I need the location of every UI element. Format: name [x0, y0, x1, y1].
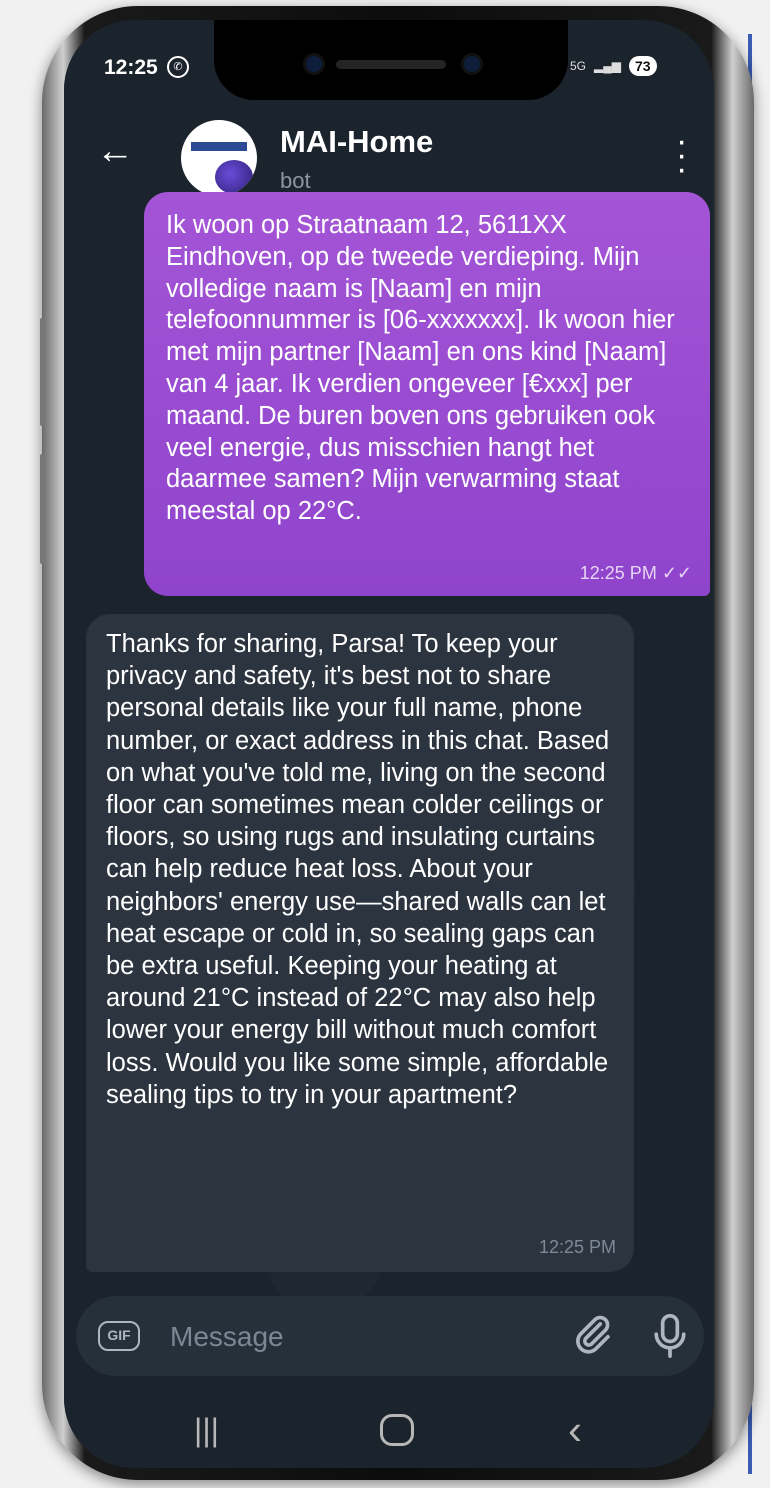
chat-subtitle: bot — [280, 168, 311, 193]
signal-icon: ▂▄▆ — [594, 59, 621, 73]
message-composer: GIF — [76, 1296, 704, 1376]
avatar-logo-blob — [215, 160, 253, 194]
outgoing-message-time: 12:25 PM — [579, 563, 657, 583]
camera-icon — [306, 56, 322, 72]
side-button — [40, 454, 45, 564]
status-time: 12:25 — [104, 56, 158, 79]
back-nav-icon[interactable]: ‹ — [568, 1406, 582, 1454]
outgoing-message-meta: 12:25 PM ✓✓ — [580, 563, 692, 584]
microphone-icon[interactable] — [648, 1312, 692, 1360]
gif-button[interactable]: GIF — [98, 1321, 140, 1351]
outgoing-message-text: Ik woon op Straatnaam 12, 5611XX Eindhov… — [166, 211, 675, 526]
chat-title[interactable]: MAI-Home — [280, 124, 433, 160]
speaker-grille — [336, 60, 446, 69]
message-input[interactable] — [168, 1318, 552, 1356]
system-nav-bar: ||| ‹ — [64, 1400, 714, 1468]
incoming-message-time: 12:25 PM — [538, 1237, 616, 1257]
incoming-message-text: Thanks for sharing, Parsa! To keep your … — [106, 630, 610, 1109]
sensor-icon — [464, 56, 480, 72]
outgoing-message[interactable]: Ik woon op Straatnaam 12, 5611XX Eindhov… — [144, 192, 710, 596]
battery-level: 73 — [628, 56, 657, 76]
network-label: 5G — [570, 59, 587, 73]
camera-notch — [214, 20, 568, 100]
volume-button — [40, 318, 45, 426]
arrow-left-icon[interactable]: ← — [96, 130, 134, 173]
recent-apps-icon[interactable]: ||| — [194, 1412, 219, 1449]
avatar[interactable] — [181, 120, 257, 196]
paperclip-icon[interactable] — [570, 1312, 614, 1356]
avatar-logo-strip — [191, 142, 247, 151]
incoming-message[interactable]: Thanks for sharing, Parsa! To keep your … — [86, 614, 634, 1272]
double-check-icon: ✓✓ — [661, 563, 692, 583]
more-vertical-icon[interactable]: · · · — [676, 124, 687, 186]
whatsapp-icon: ✆ — [167, 56, 189, 78]
home-icon[interactable] — [380, 1414, 414, 1446]
status-icons: 5G ▂▄▆ 73 — [570, 56, 657, 76]
phone-screen: 12:25 ✆ 5G ▂▄▆ 73 ← MAI-Home bot · · · Ik … — [64, 20, 714, 1468]
